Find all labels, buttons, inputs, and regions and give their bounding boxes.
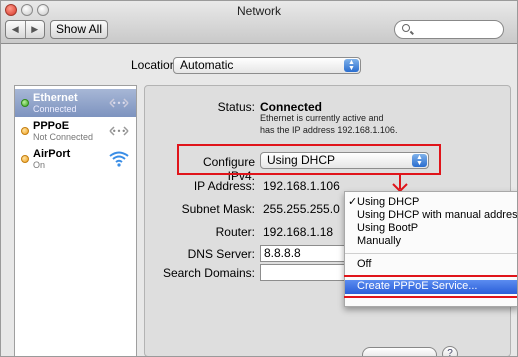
dns-server-field[interactable]: 8.8.8.8 [260,245,350,262]
svg-text:•••: ••• [112,127,126,136]
menu-item-bootp[interactable]: Using BootP [345,222,517,235]
title-bar: Network ◀ ▶ Show All [1,1,517,44]
location-popup[interactable]: Automatic ▲ ▼ [173,57,361,74]
service-list: Ethernet Connected ••• PPPoE Not Connect… [14,85,137,356]
advanced-button[interactable] [362,347,437,356]
service-status: On [33,160,46,170]
menu-item-label: Create PPPoE Service... [357,280,478,292]
back-forward-control: ◀ ▶ [5,20,45,39]
status-dot-amber-icon [21,155,29,163]
menu-item-label: Using BootP [357,222,419,234]
menu-item-off[interactable]: Off [345,258,517,271]
window-title: Network [236,4,281,18]
service-name: AirPort [33,148,71,160]
ip-address-value: 192.168.1.106 [263,179,340,193]
annotation-underline-top [344,275,517,277]
menu-item-using-dhcp[interactable]: ✓ Using DHCP [345,196,517,209]
forward-icon[interactable]: ▶ [24,21,45,38]
popup-arrows-icon: ▲ ▼ [412,154,427,167]
search-field[interactable] [394,20,504,39]
pppoe-icon: ••• [108,122,130,140]
status-label: Status: [217,100,255,114]
popup-arrows-icon: ▲ ▼ [344,59,359,72]
service-name: Ethernet [33,92,78,104]
network-preferences-window: Network ◀ ▶ Show All Location: Automatic… [0,0,518,357]
subnet-mask-label: Subnet Mask: [181,202,255,216]
menu-item-label: Using DHCP [357,196,420,208]
service-item-pppoe[interactable]: PPPoE Not Connected ••• [15,117,136,145]
menu-item-manually[interactable]: Manually [345,235,517,248]
svg-text:•••: ••• [112,99,126,108]
back-icon[interactable]: ◀ [6,21,25,38]
menu-item-label: Manually [357,235,402,247]
service-item-ethernet[interactable]: Ethernet Connected ••• [15,89,136,117]
dns-server-label: DNS Server: [187,247,255,261]
status-note: Ethernet is currently active and has the… [260,113,398,135]
service-name: PPPoE [33,120,70,132]
subnet-mask-value: 255.255.255.0 [263,202,340,216]
help-button[interactable]: ? [442,346,458,356]
configure-ipv4-value: Using DHCP [267,153,336,167]
menu-item-dhcp-manual[interactable]: Using DHCP with manual address [345,209,518,222]
status-dot-green-icon [21,99,29,107]
menu-separator [345,253,517,254]
menu-item-label: Off [357,258,372,270]
router-value: 192.168.1.18 [263,225,334,239]
show-all-button[interactable]: Show All [50,20,108,39]
search-icon [402,24,410,32]
configure-ipv4-menu: ✓ Using DHCP Using DHCP with manual addr… [344,191,518,307]
checkmark-icon: ✓ [348,196,358,208]
service-status: Connected [33,104,77,114]
menu-item-label: Using DHCP with manual address [357,209,518,221]
annotation-underline-bottom [344,296,517,298]
status-dot-amber-icon [21,127,29,135]
location-value: Automatic [180,58,234,72]
service-status: Not Connected [33,132,94,142]
wifi-icon [108,150,130,168]
search-domains-field[interactable] [260,264,350,281]
router-label: Router: [215,225,255,239]
service-item-airport[interactable]: AirPort On [15,145,136,173]
ethernet-icon: ••• [108,94,130,112]
configure-ipv4-popup[interactable]: Using DHCP ▲ ▼ [260,152,429,169]
search-domains-label: Search Domains: [162,266,255,280]
ip-address-label: IP Address: [193,179,255,193]
menu-item-create-pppoe[interactable]: Create PPPoE Service... [345,280,517,294]
